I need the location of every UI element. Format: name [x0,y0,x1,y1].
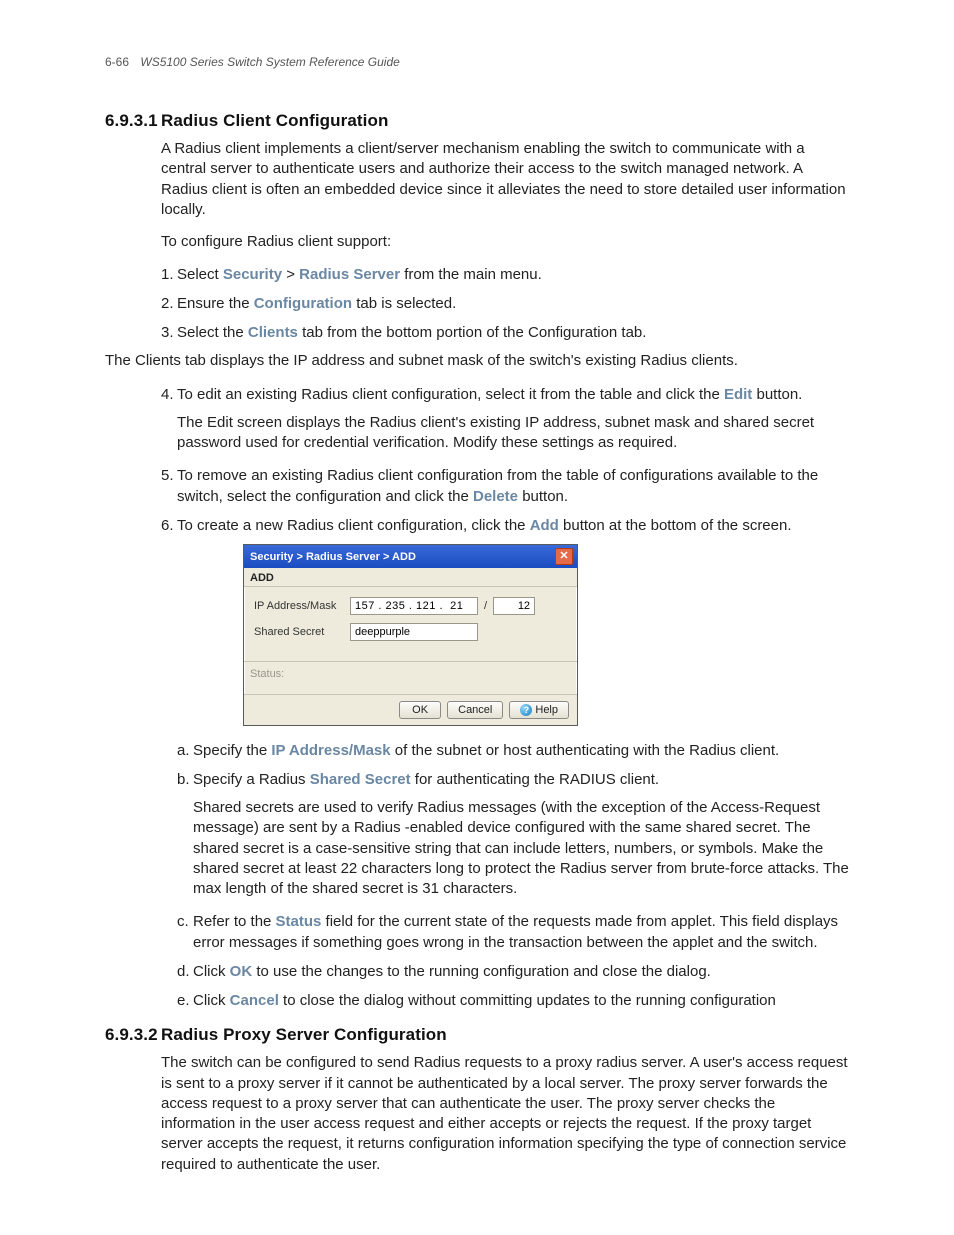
lead-paragraph: To configure Radius client support: [161,232,849,252]
ok-button[interactable]: OK [399,701,441,719]
mask-input[interactable] [493,597,535,615]
tab-configuration: Configuration [254,295,352,312]
add-dialog: Security > Radius Server > ADD ✕ ADD IP … [243,544,578,726]
add-dialog-figure: Security > Radius Server > ADD ✕ ADD IP … [243,544,849,726]
step-4-sub: The Edit screen displays the Radius clie… [177,413,849,454]
clients-tab-desc: The Clients tab displays the IP address … [105,351,849,371]
step-5: 5. To remove an existing Radius client c… [161,465,849,507]
page-header: 6-66 WS5100 Series Switch System Referen… [105,55,849,69]
menu-security: Security [223,266,282,283]
ok-ref: OK [230,963,253,980]
dialog-section-title: ADD [244,568,577,587]
ip-address-input[interactable] [350,597,478,615]
substep-a: a. Specify the IP Address/Mask of the su… [177,740,849,761]
menu-radius-server: Radius Server [299,266,400,283]
substep-b: b. Specify a Radius Shared Secret for au… [177,769,849,899]
step-2: 2. Ensure the Configuration tab is selec… [161,293,849,314]
ip-label: IP Address/Mask [254,600,350,612]
section-title: Radius Client Configuration [161,111,388,131]
cancel-button[interactable]: Cancel [447,701,503,719]
help-button[interactable]: ? Help [509,701,569,719]
substep-e: e. Click Cancel to close the dialog with… [177,990,849,1011]
delete-button-ref: Delete [473,488,518,505]
intro-paragraph: A Radius client implements a client/serv… [161,139,849,220]
ip-address-mask-ref: IP Address/Mask [271,742,390,759]
step-4: 4. To edit an existing Radius client con… [161,384,849,454]
cancel-ref: Cancel [230,992,279,1009]
step-1: 1. Select Security > Radius Server from … [161,264,849,285]
substep-c: c. Refer to the Status field for the cur… [177,911,849,953]
step-3: 3. Select the Clients tab from the botto… [161,322,849,343]
dialog-title: Security > Radius Server > ADD [250,551,416,563]
doc-title: WS5100 Series Switch System Reference Gu… [140,55,399,69]
section-heading-1: 6.9.3.1 Radius Client Configuration [105,111,849,131]
page-number: 6-66 [105,55,129,69]
secret-label: Shared Secret [254,626,350,638]
section-number-2: 6.9.3.2 [105,1025,161,1045]
section-number: 6.9.3.1 [105,111,161,131]
status-field: Status: [244,662,577,695]
help-button-label: Help [535,704,558,716]
substep-b-detail: Shared secrets are used to verify Radius… [193,798,849,899]
shared-secret-ref: Shared Secret [310,771,411,788]
status-ref: Status [276,913,322,930]
help-icon: ? [520,704,532,716]
section-title-2: Radius Proxy Server Configuration [161,1025,447,1045]
tab-clients: Clients [248,324,298,341]
add-button-ref: Add [530,517,559,534]
shared-secret-input[interactable] [350,623,478,641]
substep-d: d. Click OK to use the changes to the ru… [177,961,849,982]
edit-button-ref: Edit [724,386,752,403]
close-icon[interactable]: ✕ [555,548,573,565]
step-6: 6. To create a new Radius client configu… [161,515,849,536]
mask-slash: / [484,600,487,612]
dialog-titlebar: Security > Radius Server > ADD ✕ [244,545,577,568]
section-heading-2: 6.9.3.2 Radius Proxy Server Configuratio… [105,1025,849,1045]
section2-body: The switch can be configured to send Rad… [161,1053,849,1175]
